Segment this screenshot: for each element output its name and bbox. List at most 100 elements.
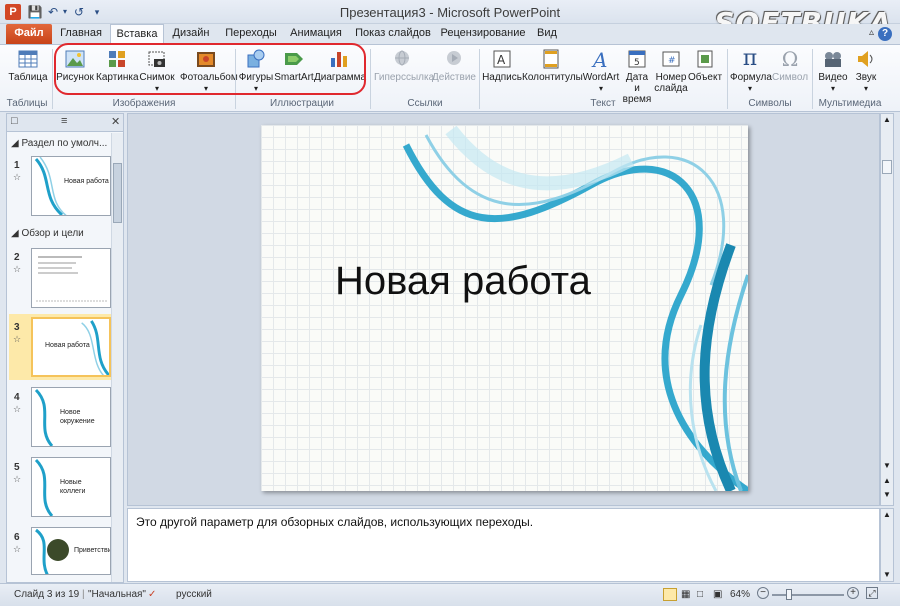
fit-to-window-icon[interactable]: ⤢ xyxy=(866,587,878,599)
zoom-out-icon[interactable]: − xyxy=(757,587,769,599)
status-separator: | xyxy=(82,589,85,600)
help-icon[interactable]: ? xyxy=(878,27,892,41)
slide-sorter-icon[interactable]: ▦ xyxy=(681,589,690,600)
transition-star-icon: ☆ xyxy=(13,474,22,484)
current-slide[interactable]: Новая работа xyxy=(261,125,748,491)
previous-slide-icon[interactable]: ▲ xyxy=(881,474,893,488)
group-separator xyxy=(727,49,728,109)
slide-number-label: Номер слайда xyxy=(654,72,688,94)
section-header[interactable]: ◢ Обзор и цели xyxy=(7,226,111,242)
slide-title[interactable]: Новая работа xyxy=(335,259,591,304)
tab-slideshow[interactable]: Показ слайдов xyxy=(352,24,434,44)
slide-thumbnail[interactable]: Новая работа xyxy=(31,156,111,216)
hyperlink-button[interactable]: Гиперссылка xyxy=(374,48,434,100)
object-button[interactable]: Объект xyxy=(688,48,722,100)
slide-number: 5 xyxy=(14,462,20,473)
panel-tabs: □ ≡ ✕ xyxy=(7,114,123,132)
slide-thumbnail[interactable]: Новое окружение xyxy=(31,387,111,447)
section-header[interactable]: ◢ Раздел по умолч... xyxy=(7,136,111,152)
zoom-level[interactable]: 64% xyxy=(730,589,750,600)
tab-home[interactable]: Главная xyxy=(58,24,104,44)
datetime-button[interactable]: 5 Дата и время xyxy=(622,48,652,105)
slide-thumbnail-selected[interactable]: Новая работа xyxy=(31,317,111,377)
tab-insert[interactable]: Вставка xyxy=(110,24,164,45)
scrollbar-thumb[interactable] xyxy=(113,163,122,223)
slideshow-icon[interactable]: ▣ xyxy=(713,589,722,600)
transition-star-icon: ☆ xyxy=(13,404,22,414)
textbox-icon: A xyxy=(493,50,511,68)
group-separator xyxy=(479,49,480,109)
status-bar: Слайд 3 из 19 | "Начальная" ✓ русский ▦ … xyxy=(0,583,900,606)
header-footer-button[interactable]: Колонтитулы xyxy=(522,48,583,100)
action-button[interactable]: Действие xyxy=(432,48,476,100)
tab-file[interactable]: Файл xyxy=(6,24,52,44)
symbol-button[interactable]: Ω Символ xyxy=(772,48,808,100)
tab-review[interactable]: Рецензирование xyxy=(440,24,526,44)
audio-dropdown-icon: ▾ xyxy=(863,84,868,93)
slide-thumbnail[interactable] xyxy=(31,248,111,308)
tab-design[interactable]: Дизайн xyxy=(168,24,214,44)
transition-star-icon: ☆ xyxy=(13,172,22,182)
notes-scrollbar[interactable]: ▲ ▼ xyxy=(880,508,894,582)
table-button[interactable]: Таблица xyxy=(8,48,48,100)
scroll-down-icon[interactable]: ▼ xyxy=(881,569,893,581)
scroll-down-icon[interactable]: ▼ xyxy=(881,460,893,472)
slides-panel: □ ≡ ✕ ◢ Раздел по умолч... 1 ☆ Новая раб… xyxy=(6,113,124,583)
zoom-slider-handle[interactable] xyxy=(786,589,792,600)
wordart-label: WordArt xyxy=(582,72,620,83)
calendar-icon: 5 xyxy=(628,50,646,68)
audio-button[interactable]: Звук ▾ xyxy=(851,48,881,100)
video-label: Видео xyxy=(818,72,848,83)
theme-name[interactable]: "Начальная" xyxy=(88,589,146,600)
svg-text:A: A xyxy=(497,53,506,67)
group-label-text: Текст xyxy=(590,98,616,109)
zoom-in-icon[interactable]: + xyxy=(847,587,859,599)
thumbnail-title: Новая работа xyxy=(64,178,109,185)
zoom-slider[interactable] xyxy=(772,594,844,596)
tab-animation[interactable]: Анимация xyxy=(286,24,346,44)
slide-thumbnail[interactable]: Новые коллеги xyxy=(31,457,111,517)
thumbnail-title: Приветствие xyxy=(74,547,110,554)
title-bar: P 💾 ↶ ▾ ↺ ▾ Презентация3 - Microsoft Pow… xyxy=(0,0,900,39)
video-button[interactable]: Видео ▾ xyxy=(815,48,851,100)
minimize-ribbon-icon[interactable]: ▵ xyxy=(869,27,874,38)
spellcheck-icon[interactable]: ✓ xyxy=(148,589,156,600)
normal-view-icon[interactable] xyxy=(663,588,677,601)
slide-number: 1 xyxy=(14,160,20,171)
scrollbar-thumb[interactable] xyxy=(882,160,892,174)
svg-text:A: A xyxy=(591,48,607,70)
action-label: Действие xyxy=(432,72,476,83)
slide-thumbnail[interactable]: Приветствие xyxy=(31,527,111,575)
scroll-up-icon[interactable]: ▲ xyxy=(881,114,893,126)
slide-number-button[interactable]: # Номер слайда xyxy=(654,48,688,100)
language[interactable]: русский xyxy=(176,589,212,600)
next-slide-icon[interactable]: ▼ xyxy=(881,488,893,502)
transition-star-icon: ☆ xyxy=(13,544,22,554)
notes-text[interactable]: Это другой параметр для обзорных слайдов… xyxy=(136,515,533,529)
tab-view[interactable]: Вид xyxy=(532,24,562,44)
slide-scrollbar[interactable]: ▲ ▼ ▲ ▼ xyxy=(880,113,894,506)
textbox-label: Надпись xyxy=(482,72,522,83)
outline-tab-icon[interactable]: ≡ xyxy=(61,115,67,127)
hyperlink-icon xyxy=(395,50,409,66)
group-separator xyxy=(52,49,53,109)
table-label: Таблица xyxy=(8,72,48,83)
slides-tab-icon[interactable]: □ xyxy=(11,115,18,127)
reading-view-icon[interactable]: □ xyxy=(697,589,703,600)
group-separator xyxy=(370,49,371,109)
tab-transitions[interactable]: Переходы xyxy=(222,24,280,44)
equation-button[interactable]: π Формула ▾ xyxy=(730,48,772,100)
header-footer-label: Колонтитулы xyxy=(522,72,583,83)
wordart-button[interactable]: A WordArt ▾ xyxy=(580,48,622,100)
textbox-button[interactable]: A Надпись xyxy=(482,48,522,100)
group-label-images: Изображения xyxy=(112,98,176,109)
close-icon[interactable]: ✕ xyxy=(111,115,120,128)
section-title: Обзор и цели xyxy=(21,228,84,239)
omega-icon: Ω xyxy=(781,47,799,71)
panel-scrollbar[interactable] xyxy=(111,133,123,582)
action-icon xyxy=(447,51,461,65)
scroll-up-icon[interactable]: ▲ xyxy=(881,509,893,521)
section-collapse-icon: ◢ xyxy=(11,228,22,239)
slide-number: 2 xyxy=(14,252,20,263)
notes-pane[interactable]: Это другой параметр для обзорных слайдов… xyxy=(127,508,880,582)
